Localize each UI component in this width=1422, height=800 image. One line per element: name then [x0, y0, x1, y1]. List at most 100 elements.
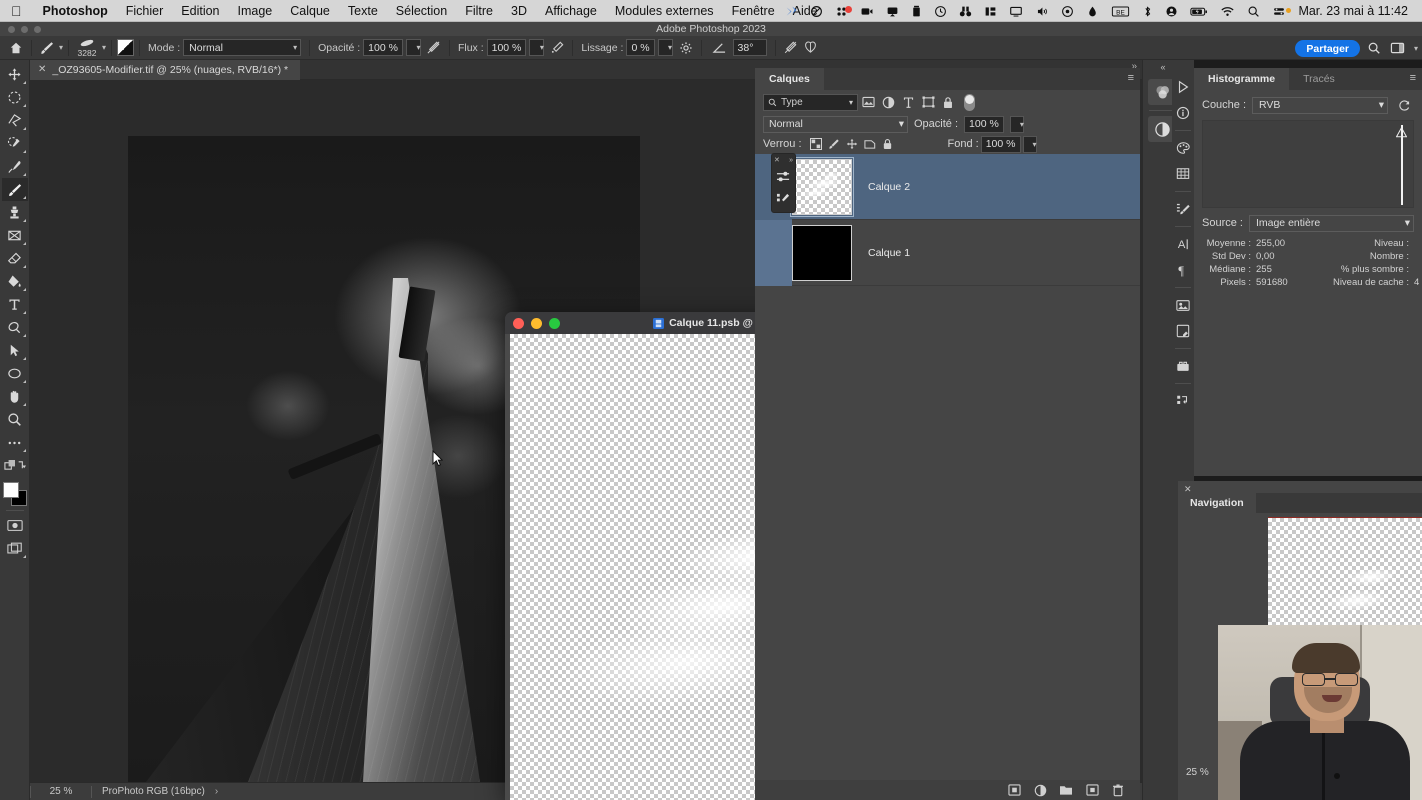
- filter-toggle-icon[interactable]: [964, 93, 975, 111]
- lock-image-icon[interactable]: [826, 136, 842, 152]
- battery-vertical-icon[interactable]: [905, 5, 928, 18]
- brush-tool[interactable]: [1, 178, 28, 201]
- clock-icon[interactable]: [928, 5, 953, 18]
- table-row[interactable]: Calque 2: [755, 153, 1140, 220]
- status-zoom-level[interactable]: 25 %: [31, 786, 91, 797]
- eyedropper-tool[interactable]: [2, 155, 28, 178]
- pressure-opacity-icon[interactable]: [424, 38, 444, 58]
- menu-image[interactable]: Image: [229, 4, 282, 18]
- menu-fenetre[interactable]: Fenêtre: [723, 4, 784, 18]
- mode-select[interactable]: Normal ▾: [183, 39, 302, 56]
- menu-affichage[interactable]: Affichage: [536, 4, 606, 18]
- dodge-tool[interactable]: [2, 316, 28, 339]
- lock-transparency-icon[interactable]: [808, 136, 824, 152]
- sidebar-icon[interactable]: [978, 5, 1003, 18]
- swap-colors-icon[interactable]: [2, 454, 28, 477]
- menu-bar-clock[interactable]: Mar. 23 mai à 11:42: [1292, 4, 1416, 18]
- fill-caret[interactable]: ▾: [1022, 135, 1037, 153]
- close-button[interactable]: [8, 25, 15, 33]
- symmetry-butterfly-icon[interactable]: [801, 38, 821, 58]
- menu-texte[interactable]: Texte: [339, 4, 387, 18]
- history-brush-tool[interactable]: [2, 224, 28, 247]
- smoothing-input[interactable]: 0 %: [626, 39, 655, 56]
- layer-filter-kind-select[interactable]: Type ▾: [763, 93, 858, 111]
- new-layer-icon[interactable]: [1084, 782, 1100, 798]
- actions-list-icon[interactable]: [1172, 388, 1194, 414]
- brush-preset-picker[interactable]: 3282: [74, 38, 100, 57]
- lock-all-icon[interactable]: [880, 136, 896, 152]
- gear-icon[interactable]: [676, 38, 696, 58]
- notes-panel-icon[interactable]: [1172, 318, 1194, 344]
- smoothing-caret[interactable]: ▾: [657, 39, 673, 56]
- info-panel-icon[interactable]: [1172, 100, 1194, 126]
- history-panel-icon[interactable]: [1172, 353, 1194, 379]
- close-icon[interactable]: ✕: [38, 64, 46, 75]
- user-icon[interactable]: [1159, 5, 1184, 18]
- fill-input[interactable]: 100 %: [980, 135, 1021, 153]
- navigation-zoom-value[interactable]: 25 %: [1186, 767, 1209, 778]
- bluetooth-icon[interactable]: [1136, 5, 1159, 18]
- close-icon[interactable]: ✕: [774, 156, 780, 164]
- tab-navigation[interactable]: Navigation: [1178, 493, 1256, 513]
- pressure-size-icon[interactable]: [781, 38, 801, 58]
- bird-icon[interactable]: [779, 5, 804, 18]
- smart-object-filter-icon[interactable]: [938, 92, 958, 112]
- opacity-caret[interactable]: ▾: [405, 39, 421, 56]
- home-icon[interactable]: [6, 38, 26, 58]
- hand-tool[interactable]: [2, 385, 28, 408]
- contextual-task-bar[interactable]: ✕ »: [771, 153, 796, 213]
- menu-modules-externes[interactable]: Modules externes: [606, 4, 723, 18]
- move-tool[interactable]: [2, 63, 28, 86]
- brush-settings-button[interactable]: [772, 166, 795, 188]
- panel-menu-icon[interactable]: ≡: [1128, 73, 1134, 84]
- flow-input[interactable]: 100 %: [486, 39, 527, 56]
- tab-traces[interactable]: Tracés: [1289, 68, 1349, 90]
- tab-calques[interactable]: Calques: [755, 68, 824, 90]
- menu-3d[interactable]: 3D: [502, 4, 536, 18]
- share-button[interactable]: Partager: [1295, 40, 1360, 57]
- wifi-icon[interactable]: [1214, 5, 1241, 18]
- layer-opacity-caret[interactable]: ▾: [1009, 115, 1024, 133]
- flow-caret[interactable]: ▾: [529, 39, 545, 56]
- menu-edition[interactable]: Edition: [172, 4, 228, 18]
- layer-name[interactable]: Calque 1: [868, 247, 910, 259]
- adjustment-layer-filter-icon[interactable]: [878, 92, 898, 112]
- drag-handle-icon[interactable]: »: [789, 157, 793, 164]
- color-swatches[interactable]: [2, 481, 28, 507]
- do-not-disturb-icon[interactable]: [804, 5, 829, 18]
- zoom-tool[interactable]: [2, 408, 28, 431]
- type-layer-filter-icon[interactable]: [898, 92, 918, 112]
- layer-thumbnail[interactable]: [792, 224, 852, 281]
- eraser-tool[interactable]: [2, 247, 28, 270]
- layer-blend-mode-select[interactable]: Normal ▾: [763, 115, 908, 133]
- chevron-right-icon[interactable]: ›: [215, 786, 218, 797]
- add-mask-icon[interactable]: [1006, 782, 1022, 798]
- character-panel-icon[interactable]: A: [1172, 231, 1194, 257]
- tab-histogramme[interactable]: Histogramme: [1194, 68, 1290, 90]
- menu-photoshop[interactable]: Photoshop: [34, 4, 117, 18]
- search-icon[interactable]: [1241, 5, 1266, 18]
- brush-tool-icon[interactable]: [37, 38, 57, 58]
- brush-panel-icon[interactable]: [117, 39, 135, 56]
- lasso-tool[interactable]: [2, 109, 28, 132]
- opacity-input[interactable]: 100 %: [363, 39, 403, 56]
- marquee-tool[interactable]: [2, 86, 28, 109]
- panel-menu-icon[interactable]: ≡: [1410, 73, 1416, 84]
- layer-thumbnail[interactable]: [790, 156, 854, 217]
- close-button[interactable]: [513, 317, 524, 329]
- zoom-button[interactable]: [549, 317, 560, 329]
- gradient-tool[interactable]: [2, 270, 28, 293]
- angle-input[interactable]: 38°: [732, 39, 767, 56]
- screen-mode-button[interactable]: [2, 537, 28, 560]
- table-row[interactable]: Calque 1: [755, 219, 1140, 286]
- minimize-button[interactable]: [21, 25, 28, 33]
- control-center-icon[interactable]: [1266, 5, 1292, 18]
- chevron-collapse-icon[interactable]: «: [1160, 62, 1165, 74]
- edit-toolbar-button[interactable]: [2, 431, 28, 454]
- pixel-layer-filter-icon[interactable]: [858, 92, 878, 112]
- brush-preset-caret-icon[interactable]: ▾: [102, 43, 106, 52]
- shape-tool[interactable]: [2, 362, 28, 385]
- record-icon[interactable]: [1055, 5, 1080, 18]
- refresh-icon[interactable]: [1394, 99, 1414, 112]
- quick-mask-button[interactable]: [2, 514, 28, 537]
